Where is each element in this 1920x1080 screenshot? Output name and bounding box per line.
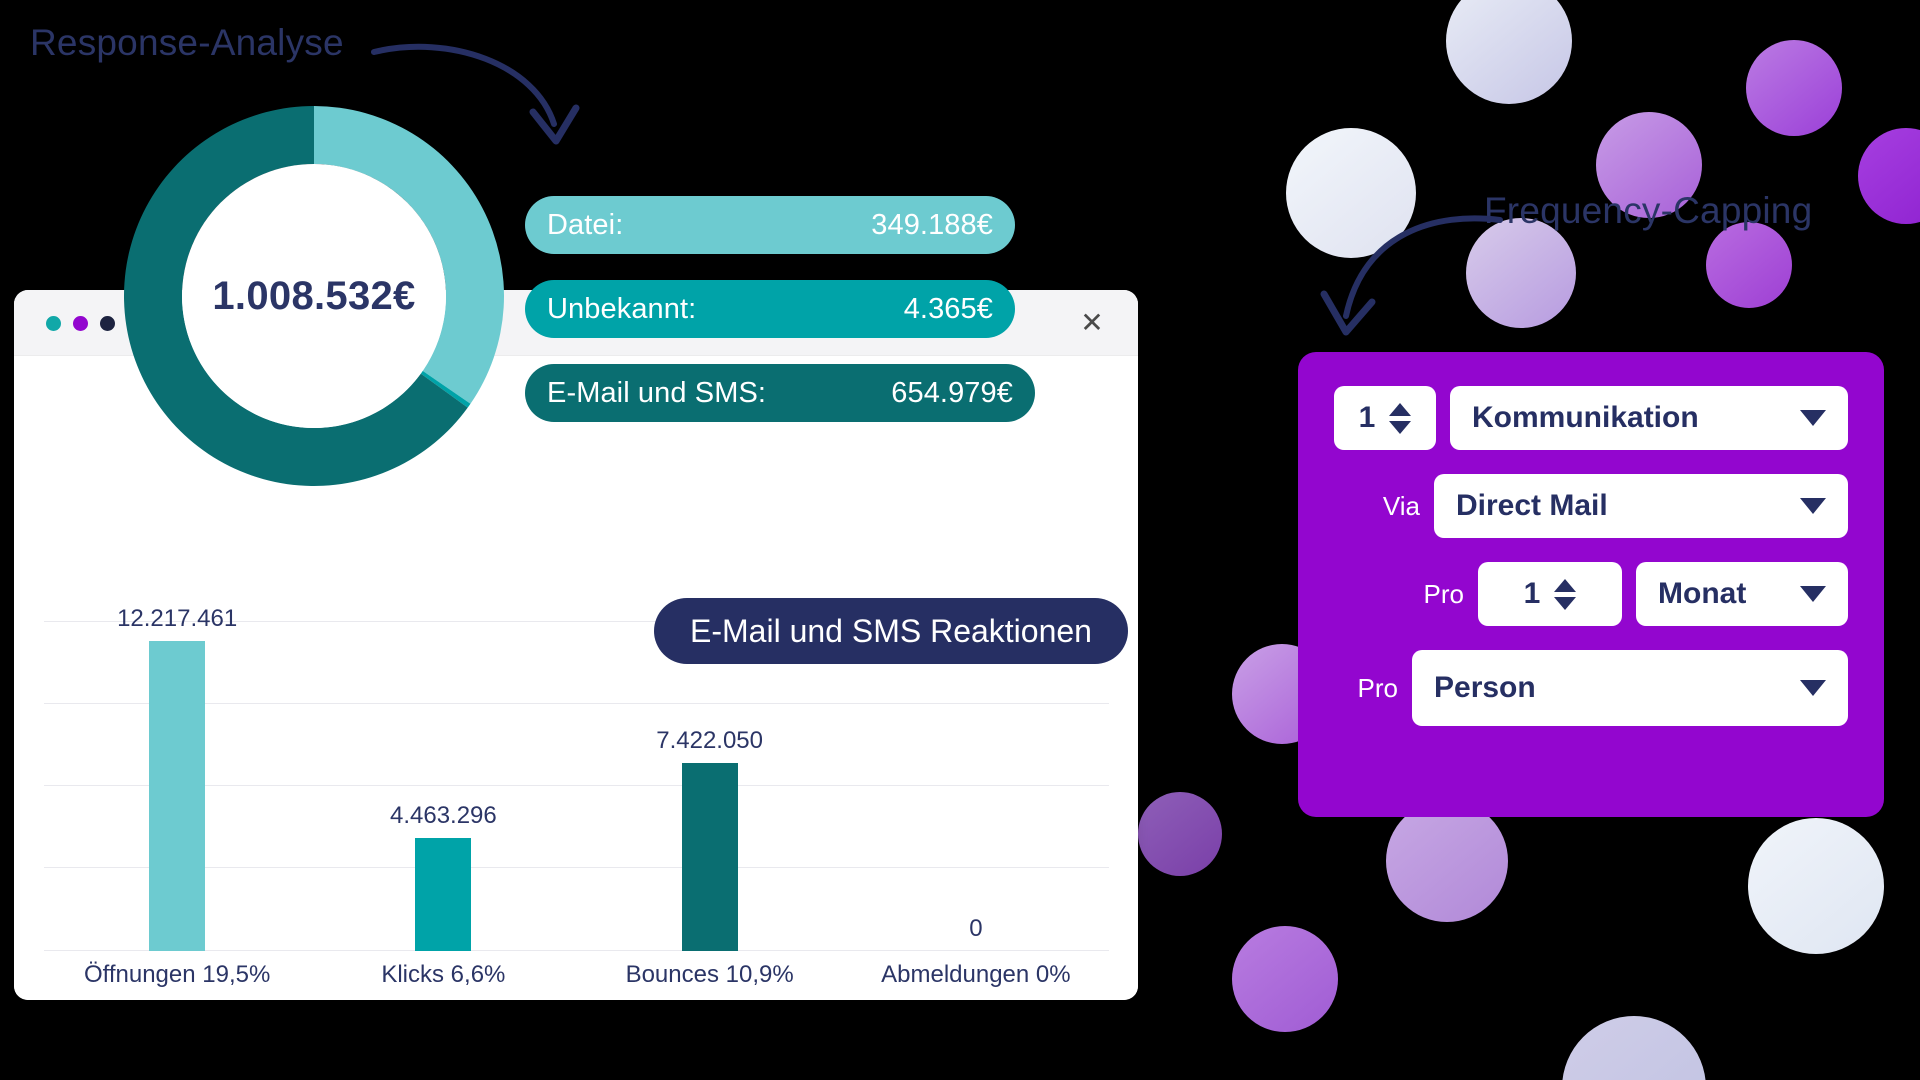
stepper-value: 1 bbox=[1523, 577, 1541, 610]
chevron-down-icon[interactable] bbox=[1800, 586, 1826, 602]
x-axis-label: Klicks 6,6% bbox=[381, 961, 506, 988]
capping-row-pro-monat: Pro 1 Monat bbox=[1334, 562, 1848, 626]
bar-column: 12.217.461 bbox=[44, 605, 310, 951]
bar-rect[interactable] bbox=[681, 763, 738, 951]
bar-column: 7.422.050 bbox=[577, 621, 843, 951]
bar-column: 4.463.296 bbox=[310, 621, 576, 951]
via-label: Via bbox=[1382, 490, 1420, 521]
stepper-up-icon[interactable] bbox=[1554, 578, 1577, 592]
select-value: Monat bbox=[1658, 577, 1747, 610]
legend-pill-value: 349.188€ bbox=[871, 208, 993, 241]
legend-pill-label: Unbekannt: bbox=[547, 292, 697, 325]
stepper-down-icon[interactable] bbox=[1554, 596, 1577, 610]
screenshot-root: Response-Analyse Frequency-Capping ✕ E-M… bbox=[0, 0, 1920, 1080]
bar-value-label: 12.217.461 bbox=[117, 605, 238, 632]
bubble-5 bbox=[1858, 128, 1920, 224]
annotation-frequency-capping: Frequency-Capping bbox=[1484, 190, 1813, 231]
donut-legend: Datei: 349.188€ Unbekannt: 4.365€ E-Mail und… bbox=[525, 196, 1035, 448]
stepper-down-icon[interactable] bbox=[1389, 420, 1412, 434]
capping-row-via: Via Direct Mail bbox=[1334, 474, 1848, 538]
chevron-down-icon[interactable] bbox=[1800, 498, 1826, 514]
stepper-value: 1 bbox=[1358, 401, 1376, 434]
chart-title-badge: E-Mail und SMS Reaktionen bbox=[654, 598, 1128, 664]
window-dot-purple[interactable] bbox=[73, 316, 88, 331]
pro-label: Pro bbox=[1423, 578, 1464, 609]
bar-rect[interactable] bbox=[149, 641, 206, 951]
bubble-2 bbox=[1746, 40, 1842, 136]
bar-value-label: 0 bbox=[969, 915, 983, 942]
bubble-1 bbox=[1446, 0, 1572, 104]
bubble-7 bbox=[1706, 222, 1792, 308]
legend-pill: E-Mail und SMS: 654.979€ bbox=[525, 364, 1035, 422]
monat-stepper[interactable]: 1 bbox=[1478, 562, 1622, 626]
select-value: Person bbox=[1434, 671, 1536, 704]
capping-row-pro-person: Pro Person bbox=[1334, 650, 1848, 726]
kommunikation-select[interactable]: Kommunikation bbox=[1450, 386, 1848, 450]
select-value: Kommunikation bbox=[1472, 401, 1699, 434]
person-select[interactable]: Person bbox=[1412, 650, 1848, 726]
bubble-10 bbox=[1386, 800, 1508, 922]
bubble-13 bbox=[1562, 1016, 1706, 1080]
stepper-arrows[interactable] bbox=[1554, 578, 1577, 610]
bubble-12 bbox=[1232, 926, 1338, 1032]
frequency-capping-card: 1 Kommunikation Via Direct Mail Pro 1 Mo… bbox=[1298, 352, 1884, 817]
legend-pill-value: 4.365€ bbox=[903, 292, 993, 325]
chevron-down-icon[interactable] bbox=[1800, 410, 1826, 426]
chevron-down-icon[interactable] bbox=[1800, 680, 1826, 696]
monat-select[interactable]: Monat bbox=[1636, 562, 1848, 626]
select-value: Direct Mail bbox=[1456, 489, 1608, 522]
donut-chart: 1.008.532€ bbox=[124, 106, 505, 486]
legend-pill: Unbekannt: 4.365€ bbox=[525, 280, 1015, 338]
bubble-9 bbox=[1138, 792, 1222, 876]
arrow-to-capping-card-icon bbox=[1320, 215, 1503, 336]
x-axis-label: Abmeldungen 0% bbox=[881, 961, 1071, 988]
bar-value-label: 4.463.296 bbox=[389, 802, 497, 829]
window-dot-teal[interactable] bbox=[46, 316, 61, 331]
kommunikation-stepper[interactable]: 1 bbox=[1334, 386, 1436, 450]
stepper-up-icon[interactable] bbox=[1389, 402, 1412, 416]
legend-pill-label: E-Mail und SMS: bbox=[547, 376, 767, 409]
pro-label: Pro bbox=[1357, 672, 1398, 703]
legend-pill: Datei: 349.188€ bbox=[525, 196, 1015, 254]
bars-row: 12.217.461 4.463.296 7.422.050 0 bbox=[44, 605, 1109, 951]
via-select[interactable]: Direct Mail bbox=[1434, 474, 1848, 538]
x-axis-label: Öffnungen 19,5% bbox=[83, 961, 271, 988]
close-icon[interactable]: ✕ bbox=[1076, 308, 1108, 340]
capping-row-kommunikation: 1 Kommunikation bbox=[1334, 386, 1848, 450]
donut-center-value: 1.008.532€ bbox=[212, 273, 416, 318]
x-axis-labels: Öffnungen 19,5% Klicks 6,6% Bounces 10,9% A… bbox=[44, 961, 1109, 989]
bar-rect[interactable] bbox=[415, 838, 472, 951]
x-axis-label: Bounces 10,9% bbox=[625, 961, 794, 988]
bar-value-label: 7.422.050 bbox=[656, 727, 764, 754]
legend-pill-label: Datei: bbox=[547, 208, 624, 241]
annotation-response-analyse: Response-Analyse bbox=[30, 22, 344, 63]
bar-column: 0 bbox=[843, 621, 1109, 951]
stepper-arrows[interactable] bbox=[1389, 402, 1412, 434]
window-dot-navy[interactable] bbox=[100, 316, 115, 331]
bubble-11 bbox=[1748, 818, 1884, 954]
legend-pill-value: 654.979€ bbox=[891, 376, 1013, 409]
bar-chart: 12.217.461 4.463.296 7.422.050 0 bbox=[44, 605, 1109, 951]
window-dots bbox=[46, 316, 115, 331]
